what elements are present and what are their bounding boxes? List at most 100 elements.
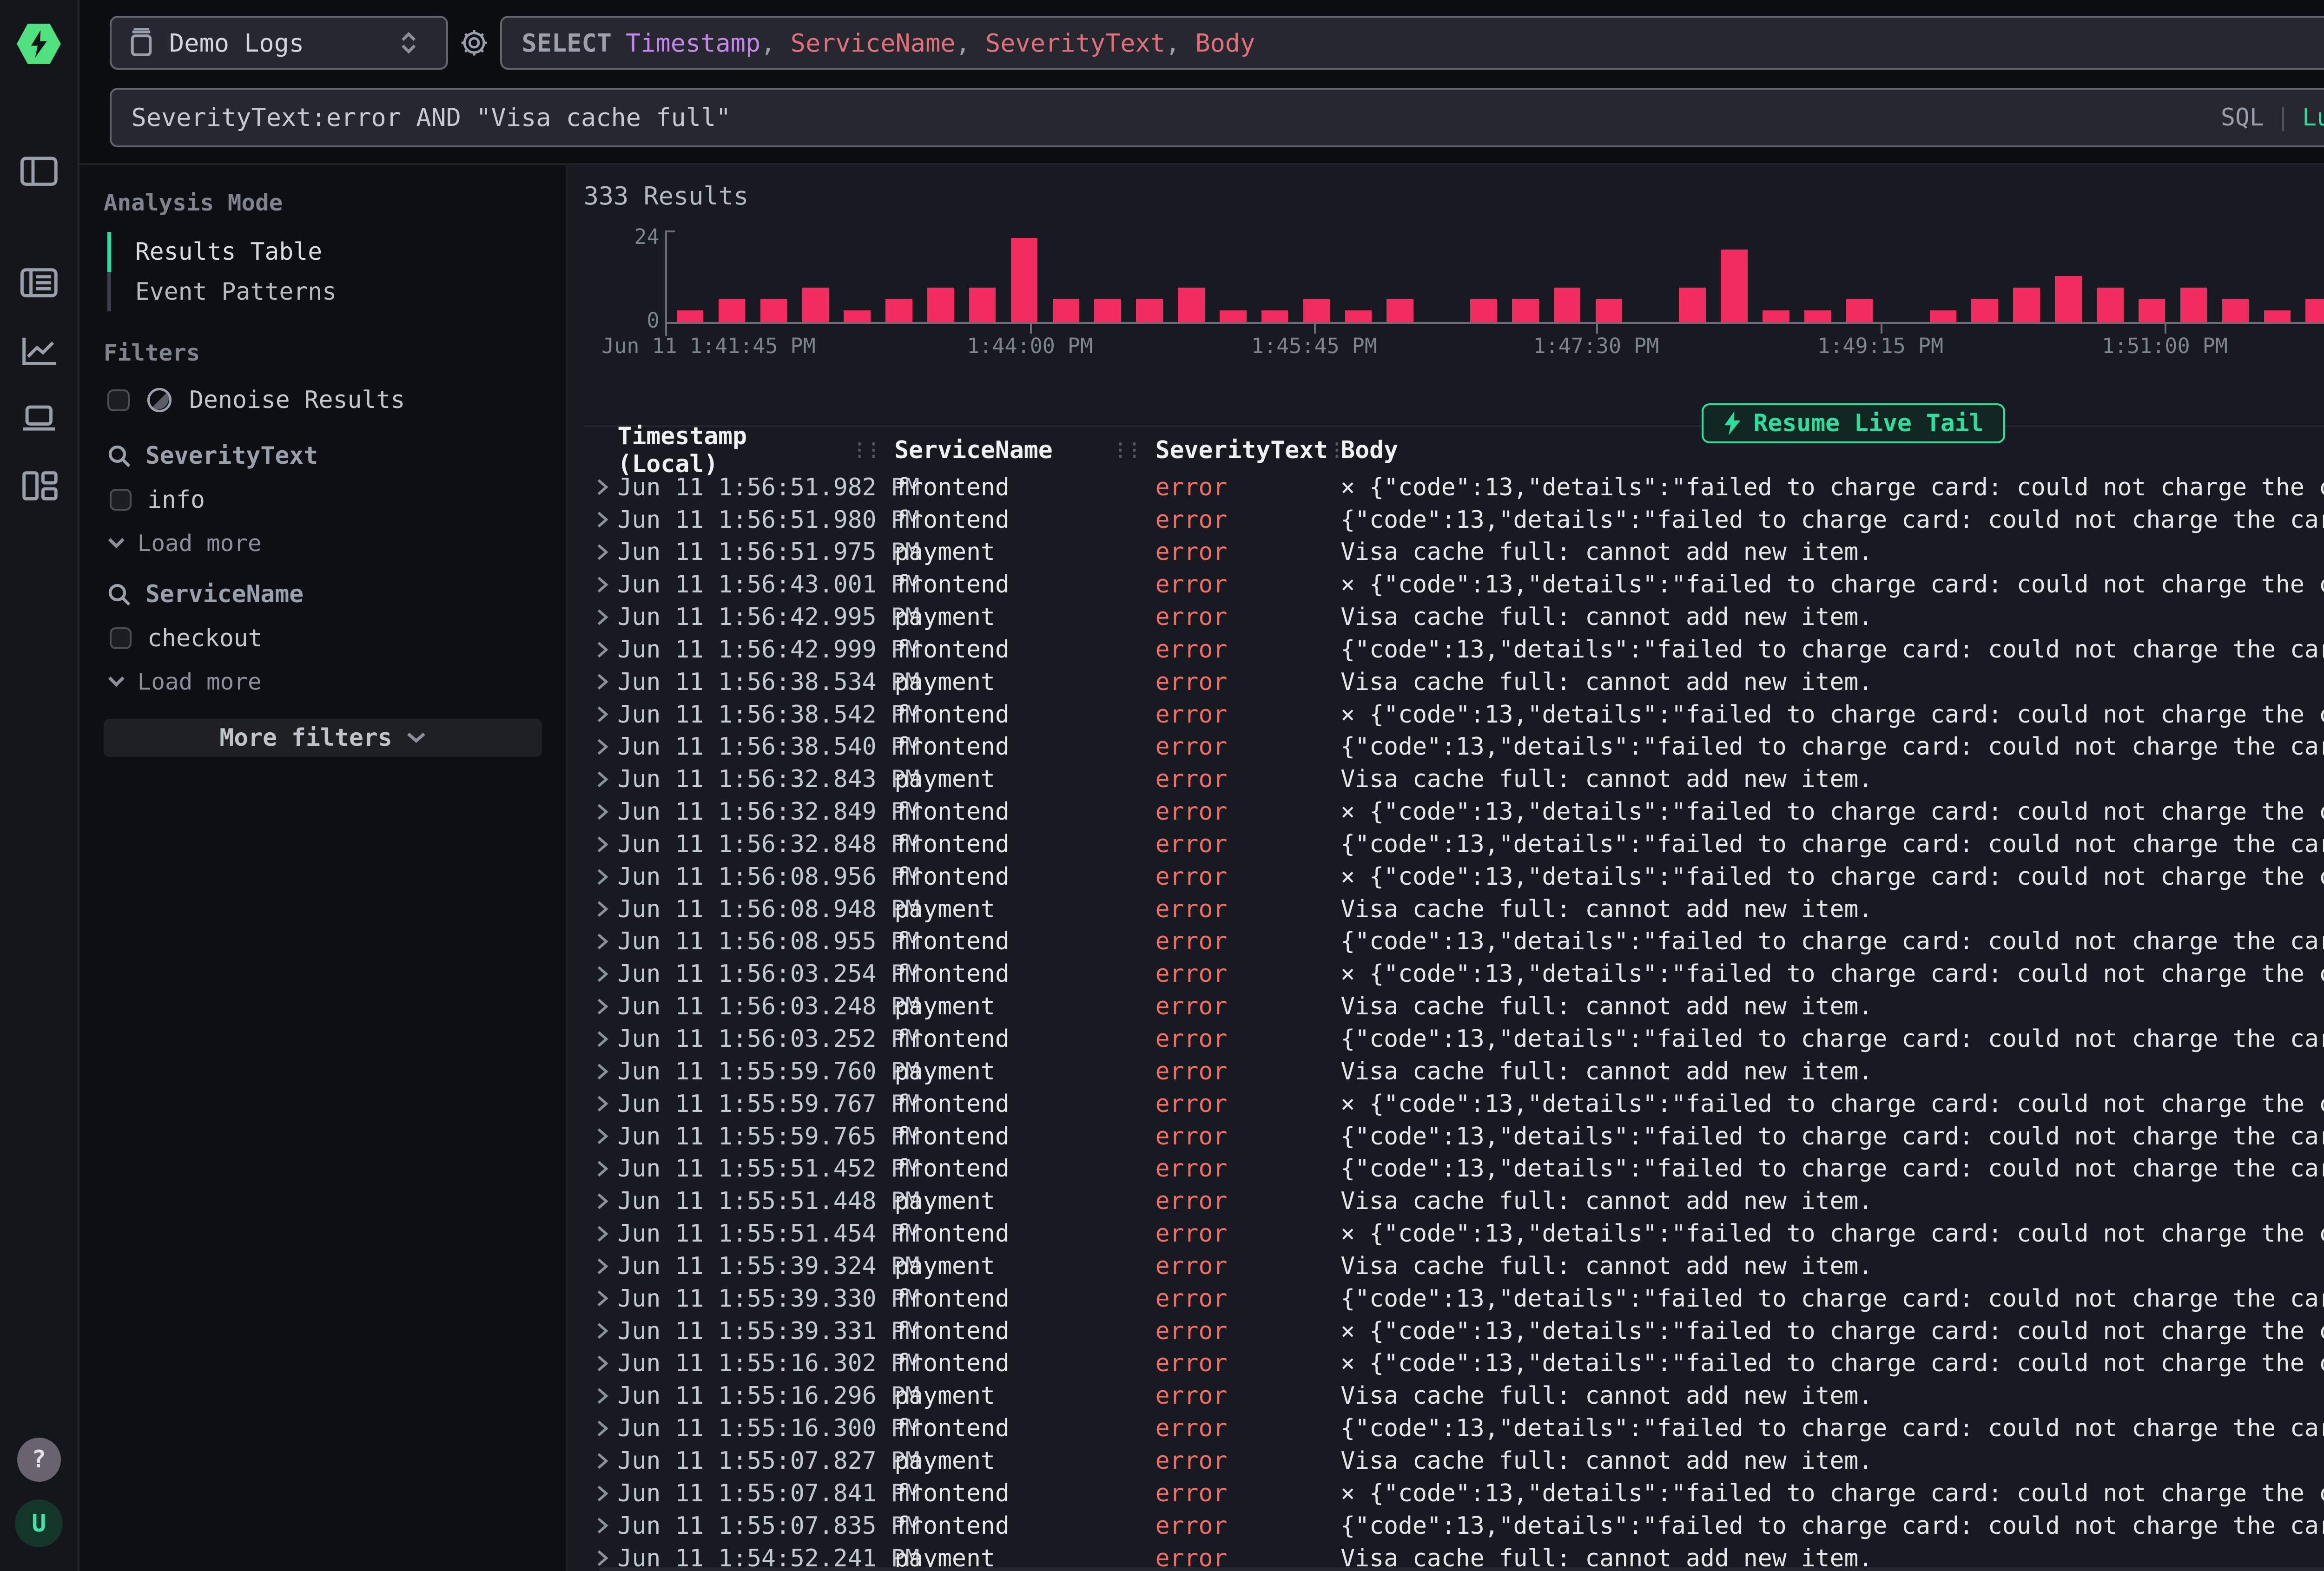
chart-explorer-icon[interactable] — [15, 327, 63, 375]
severitytext-load-more[interactable]: Load more — [107, 530, 542, 557]
row-expand-chevron-icon[interactable] — [595, 1030, 617, 1048]
mode-event-patterns[interactable]: Event Patterns — [107, 272, 542, 312]
log-row[interactable]: Jun 11 1:55:07.841 PM frontend error × {… — [584, 1477, 2324, 1510]
row-expand-chevron-icon[interactable] — [595, 1420, 617, 1438]
sidebar-toggle-icon[interactable] — [15, 147, 63, 195]
row-expand-chevron-icon[interactable] — [595, 1289, 617, 1308]
denoise-checkbox[interactable] — [107, 389, 129, 411]
row-expand-chevron-icon[interactable] — [595, 1063, 617, 1081]
log-row[interactable]: Jun 11 1:55:59.765 PM frontend error {"c… — [584, 1120, 2324, 1153]
sessions-icon[interactable] — [15, 394, 63, 442]
row-expand-chevron-icon[interactable] — [595, 1192, 617, 1210]
avatar[interactable]: U — [15, 1499, 63, 1547]
row-expand-chevron-icon[interactable] — [595, 770, 617, 789]
log-row[interactable]: Jun 11 1:54:52.241 PM payment error Visa… — [584, 1542, 2324, 1571]
source-settings-button[interactable] — [448, 28, 500, 58]
row-expand-chevron-icon[interactable] — [595, 511, 617, 529]
log-row[interactable]: Jun 11 1:56:43.001 PM frontend error × {… — [584, 568, 2324, 601]
results-histogram[interactable]: 24 0 Jun 11 1:41:45 PM1:44:00 PM1:45:45 … — [584, 230, 2324, 354]
log-row[interactable]: Jun 11 1:55:39.330 PM frontend error {"c… — [584, 1282, 2324, 1315]
log-row[interactable]: Jun 11 1:55:07.835 PM frontend error {"c… — [584, 1510, 2324, 1542]
log-row[interactable]: Jun 11 1:55:51.452 PM frontend error {"c… — [584, 1152, 2324, 1185]
log-row[interactable]: Jun 11 1:56:03.254 PM frontend error × {… — [584, 958, 2324, 990]
resume-live-tail-button[interactable]: Resume Live Tail — [1702, 403, 2005, 443]
row-expand-chevron-icon[interactable] — [595, 1387, 617, 1405]
row-expand-chevron-icon[interactable] — [595, 705, 617, 723]
denoise-results-toggle[interactable]: Denoise Results — [107, 386, 542, 414]
log-row[interactable]: Jun 11 1:56:08.956 PM frontend error × {… — [584, 861, 2324, 893]
row-expand-chevron-icon[interactable] — [595, 478, 617, 496]
log-row[interactable]: Jun 11 1:55:39.331 PM frontend error × {… — [584, 1315, 2324, 1348]
log-row[interactable]: Jun 11 1:55:51.448 PM payment error Visa… — [584, 1185, 2324, 1217]
log-row[interactable]: Jun 11 1:56:38.542 PM frontend error × {… — [584, 698, 2324, 731]
column-header-servicename[interactable]: ServiceName ⋮⋮ — [894, 436, 1155, 464]
row-expand-chevron-icon[interactable] — [595, 933, 617, 951]
row-expand-chevron-icon[interactable] — [595, 543, 617, 561]
row-expand-chevron-icon[interactable] — [595, 738, 617, 756]
row-expand-chevron-icon[interactable] — [595, 1095, 617, 1113]
row-expand-chevron-icon[interactable] — [595, 1127, 617, 1145]
log-row[interactable]: Jun 11 1:56:32.849 PM frontend error × {… — [584, 795, 2324, 828]
checkout-checkbox[interactable] — [110, 627, 132, 649]
row-expand-chevron-icon[interactable] — [595, 965, 617, 983]
row-expand-chevron-icon[interactable] — [595, 673, 617, 691]
log-row[interactable]: Jun 11 1:56:38.540 PM frontend error {"c… — [584, 731, 2324, 763]
row-expand-chevron-icon[interactable] — [595, 641, 617, 659]
row-expand-chevron-icon[interactable] — [595, 868, 617, 886]
row-expand-chevron-icon[interactable] — [595, 1257, 617, 1275]
row-expand-chevron-icon[interactable] — [595, 1225, 617, 1243]
log-row[interactable]: Jun 11 1:55:16.296 PM payment error Visa… — [584, 1380, 2324, 1412]
dashboards-icon[interactable] — [15, 462, 63, 510]
language-sql-option[interactable]: SQL — [2221, 104, 2264, 131]
log-row[interactable]: Jun 11 1:55:16.302 PM frontend error × {… — [584, 1348, 2324, 1380]
row-expand-chevron-icon[interactable] — [595, 1354, 617, 1373]
column-resize-handle[interactable]: ⋮⋮ — [1111, 440, 1139, 460]
facet-value-checkout[interactable]: checkout — [110, 624, 542, 652]
mode-results-table[interactable]: Results Table — [107, 232, 542, 272]
row-expand-chevron-icon[interactable] — [595, 835, 617, 854]
log-row[interactable]: Jun 11 1:55:59.760 PM payment error Visa… — [584, 1055, 2324, 1088]
search-input[interactable]: SeverityText:error AND "Visa cache full"… — [110, 88, 2324, 148]
search-logs-icon[interactable] — [15, 259, 63, 307]
log-row[interactable]: Jun 11 1:55:16.300 PM frontend error {"c… — [584, 1412, 2324, 1445]
row-expand-chevron-icon[interactable] — [595, 1517, 617, 1535]
row-expand-chevron-icon[interactable] — [595, 1322, 617, 1340]
language-lucene-option[interactable]: Lucene — [2302, 104, 2324, 131]
row-expand-chevron-icon[interactable] — [595, 1549, 617, 1567]
row-expand-chevron-icon[interactable] — [595, 608, 617, 626]
log-row[interactable]: Jun 11 1:55:59.767 PM frontend error × {… — [584, 1088, 2324, 1120]
log-row[interactable]: Jun 11 1:56:03.252 PM frontend error {"c… — [584, 1023, 2324, 1055]
log-row[interactable]: Jun 11 1:56:03.248 PM payment error Visa… — [584, 990, 2324, 1023]
log-row[interactable]: Jun 11 1:56:42.995 PM payment error Visa… — [584, 601, 2324, 633]
info-checkbox[interactable] — [110, 489, 132, 511]
row-expand-chevron-icon[interactable] — [595, 900, 617, 918]
row-expand-chevron-icon[interactable] — [595, 576, 617, 594]
log-row[interactable]: Jun 11 1:56:51.982 PM frontend error × {… — [584, 471, 2324, 504]
app-logo-icon[interactable] — [15, 20, 63, 68]
log-row[interactable]: Jun 11 1:55:07.827 PM payment error Visa… — [584, 1445, 2324, 1477]
help-button[interactable]: ? — [17, 1438, 61, 1481]
log-row[interactable]: Jun 11 1:56:42.999 PM frontend error {"c… — [584, 633, 2324, 666]
source-select[interactable]: Demo Logs — [110, 16, 449, 70]
log-row[interactable]: Jun 11 1:56:08.948 PM payment error Visa… — [584, 893, 2324, 926]
log-row[interactable]: Jun 11 1:56:38.534 PM payment error Visa… — [584, 666, 2324, 698]
log-row[interactable]: Jun 11 1:56:08.955 PM frontend error {"c… — [584, 926, 2324, 958]
row-expand-chevron-icon[interactable] — [595, 1452, 617, 1470]
more-filters-button[interactable]: More filters — [104, 719, 542, 756]
log-row[interactable]: Jun 11 1:56:51.980 PM frontend error {"c… — [584, 504, 2324, 536]
column-header-severitytext[interactable]: SeverityText ⋮⋮ — [1155, 436, 1341, 464]
row-expand-chevron-icon[interactable] — [595, 998, 617, 1016]
row-expand-chevron-icon[interactable] — [595, 1485, 617, 1503]
log-row[interactable]: Jun 11 1:55:51.454 PM frontend error × {… — [584, 1217, 2324, 1250]
facet-value-info[interactable]: info — [110, 486, 542, 514]
log-row[interactable]: Jun 11 1:56:51.975 PM payment error Visa… — [584, 536, 2324, 568]
servicename-load-more[interactable]: Load more — [107, 668, 542, 695]
log-row[interactable]: Jun 11 1:56:32.843 PM payment error Visa… — [584, 763, 2324, 795]
log-row[interactable]: Jun 11 1:55:39.324 PM payment error Visa… — [584, 1250, 2324, 1282]
row-servicename: payment — [894, 1447, 1155, 1475]
row-expand-chevron-icon[interactable] — [595, 1160, 617, 1178]
select-columns-input[interactable]: SELECT Timestamp, ServiceName, SeverityT… — [500, 16, 2324, 70]
log-row[interactable]: Jun 11 1:56:32.848 PM frontend error {"c… — [584, 828, 2324, 861]
row-expand-chevron-icon[interactable] — [595, 803, 617, 821]
column-resize-handle[interactable]: ⋮⋮ — [851, 440, 878, 460]
